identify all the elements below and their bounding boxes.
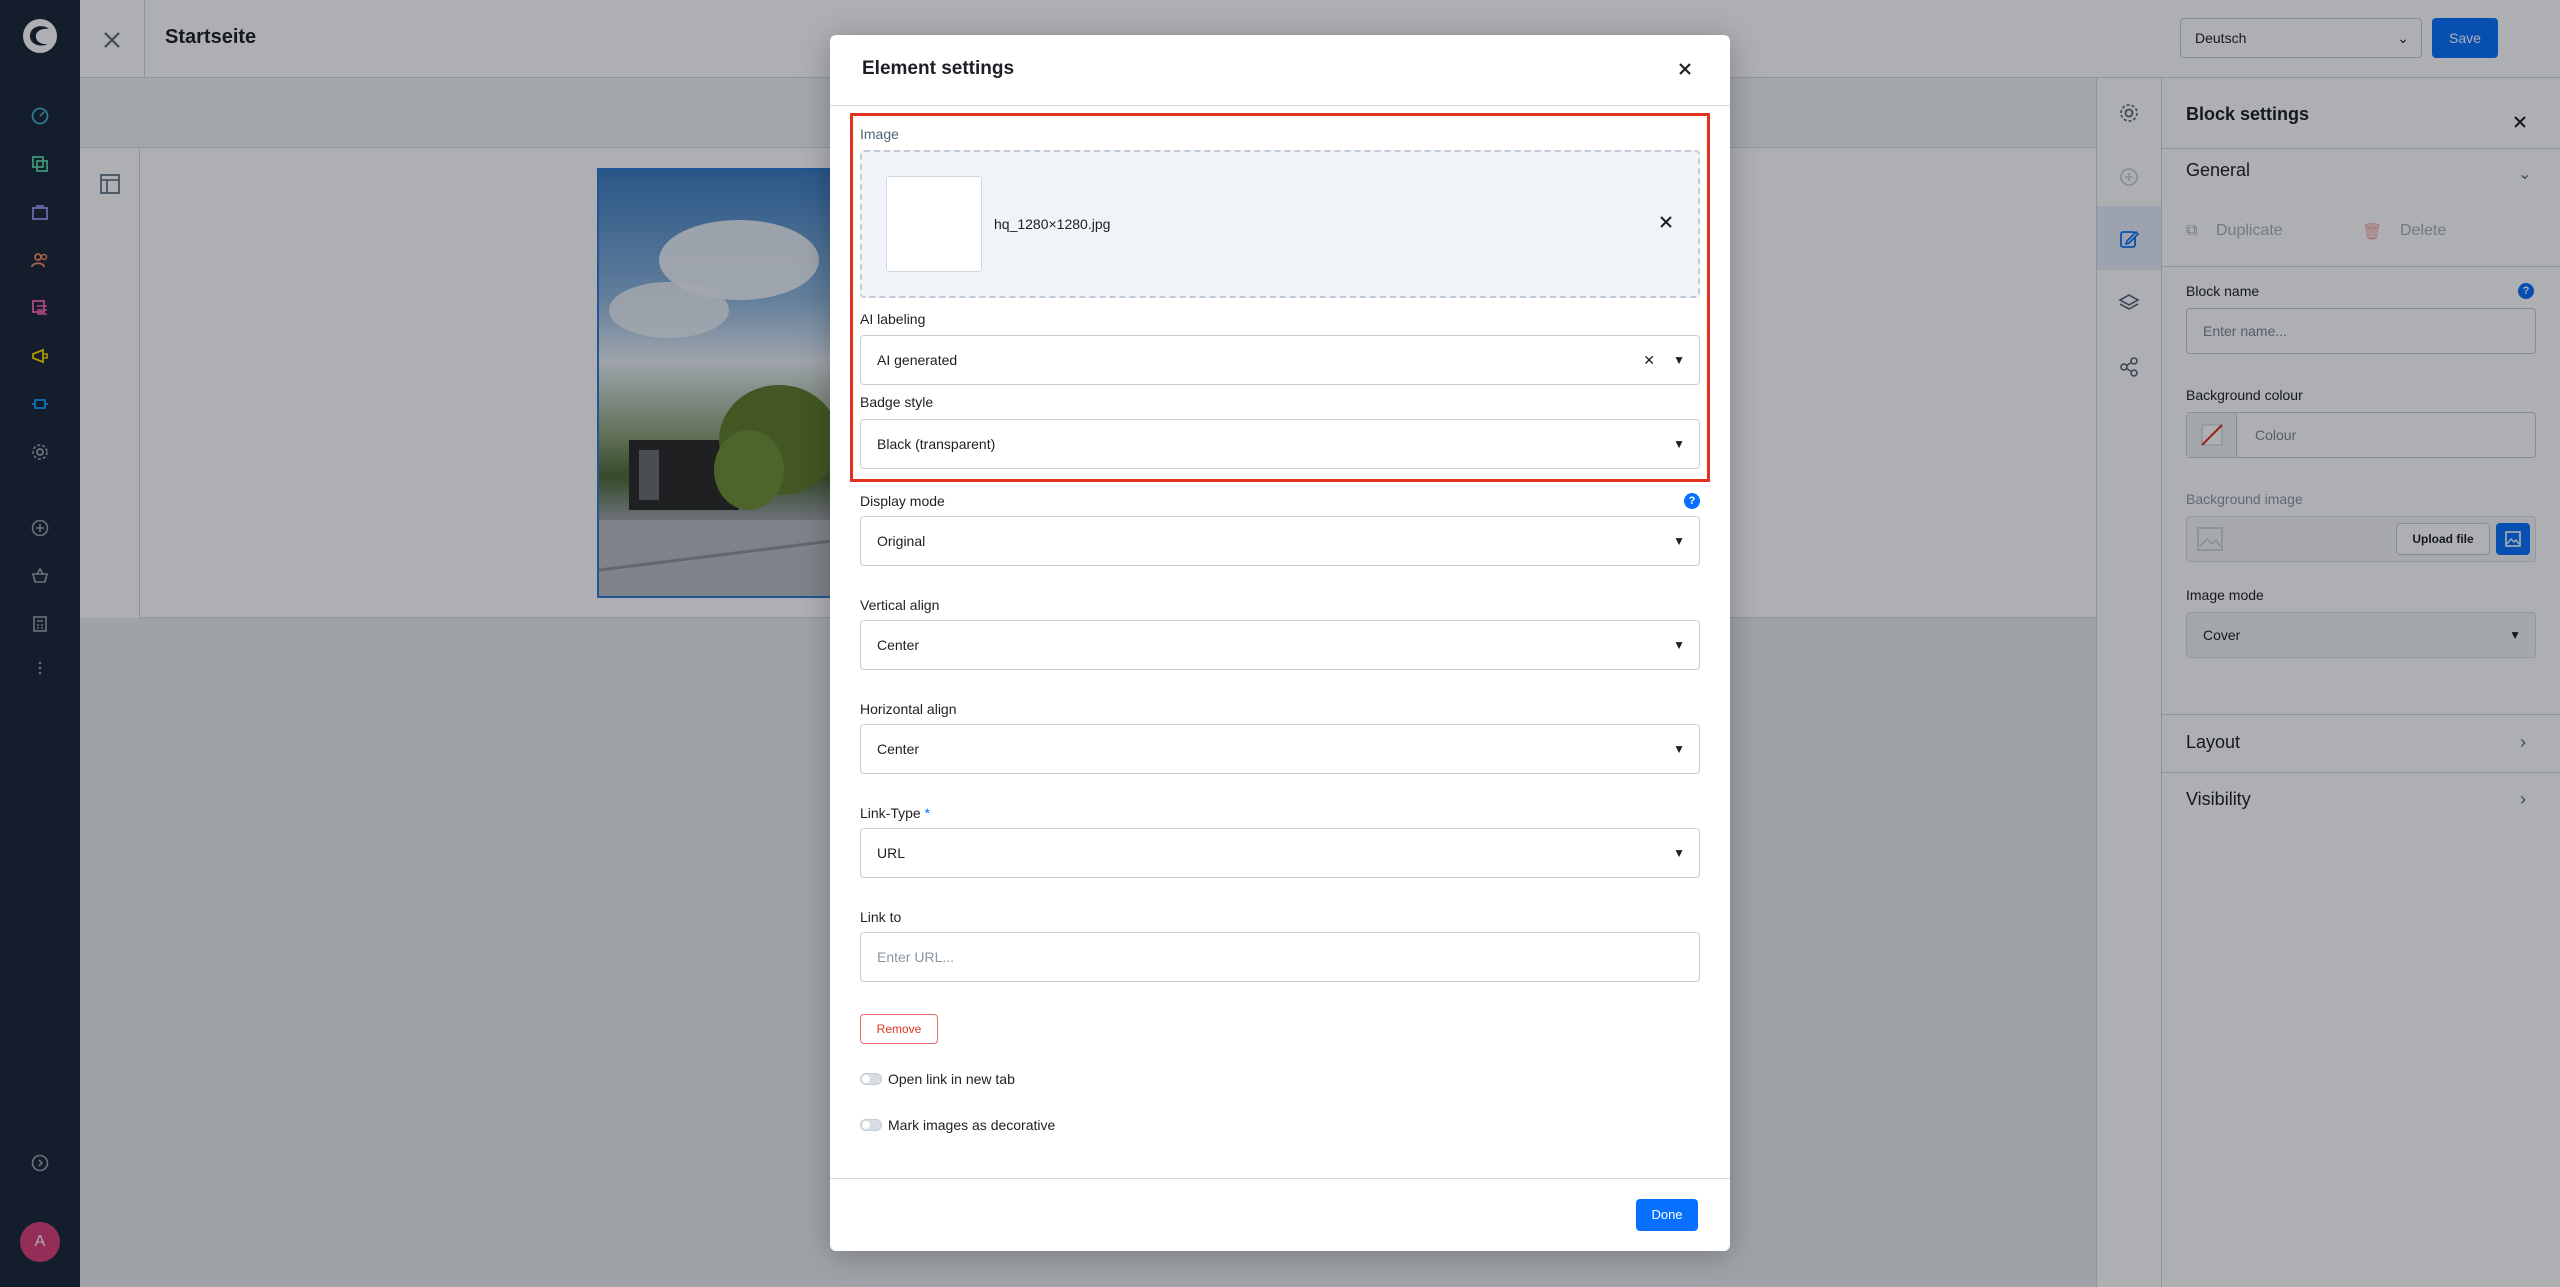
- chevron-down-icon: ▼: [1673, 846, 1685, 860]
- horizontal-align-label: Horizontal align: [860, 701, 957, 717]
- link-type-label: Link-Type *: [860, 805, 930, 821]
- image-thumbnail: [886, 176, 982, 272]
- ai-labeling-label: AI labeling: [860, 311, 926, 327]
- help-icon[interactable]: ?: [1684, 493, 1700, 509]
- ai-labeling-value: AI generated: [877, 352, 958, 368]
- decorative-toggle[interactable]: [860, 1119, 882, 1131]
- clear-icon[interactable]: ✕: [1643, 336, 1655, 384]
- link-to-input[interactable]: Enter URL...: [860, 932, 1700, 982]
- link-type-label-text: Link-Type: [860, 805, 921, 821]
- chevron-down-icon: ▼: [1673, 534, 1685, 548]
- link-type-select[interactable]: URL ▼: [860, 828, 1700, 878]
- chevron-down-icon: ▼: [1673, 742, 1685, 756]
- close-icon[interactable]: [1674, 58, 1696, 80]
- open-new-tab-toggle[interactable]: [860, 1073, 882, 1085]
- divider: [830, 105, 1730, 106]
- badge-style-label: Badge style: [860, 394, 934, 410]
- vertical-align-value: Center: [877, 637, 920, 653]
- image-label: Image: [860, 126, 899, 142]
- chevron-down-icon: ▼: [1673, 437, 1685, 451]
- done-button[interactable]: Done: [1636, 1199, 1698, 1231]
- display-mode-value: Original: [877, 533, 926, 549]
- chevron-down-icon: ▼: [1673, 353, 1685, 367]
- badge-style-value: Black (transparent): [877, 436, 996, 452]
- divider: [830, 1178, 1730, 1179]
- chevron-down-icon: ▼: [1673, 638, 1685, 652]
- file-name: hq_1280×1280.jpg: [994, 216, 1111, 232]
- required-marker: *: [924, 805, 931, 821]
- ai-labeling-select[interactable]: AI generated ✕ ▼: [860, 335, 1700, 385]
- link-to-label: Link to: [860, 909, 902, 925]
- decorative-label: Mark images as decorative: [888, 1117, 1056, 1133]
- horizontal-align-select[interactable]: Center ▼: [860, 724, 1700, 774]
- image-upload-area[interactable]: [860, 150, 1700, 298]
- horizontal-align-value: Center: [877, 741, 920, 757]
- remove-button[interactable]: Remove: [860, 1014, 938, 1044]
- vertical-align-select[interactable]: Center ▼: [860, 620, 1700, 670]
- remove-file-icon[interactable]: [1658, 214, 1674, 230]
- badge-style-select[interactable]: Black (transparent) ▼: [860, 419, 1700, 469]
- display-mode-label: Display mode: [860, 493, 945, 509]
- link-type-value: URL: [877, 845, 906, 861]
- modal-title: Element settings: [862, 58, 1015, 79]
- vertical-align-label: Vertical align: [860, 597, 940, 613]
- display-mode-select[interactable]: Original ▼: [860, 516, 1700, 566]
- open-new-tab-label: Open link in new tab: [888, 1071, 1015, 1087]
